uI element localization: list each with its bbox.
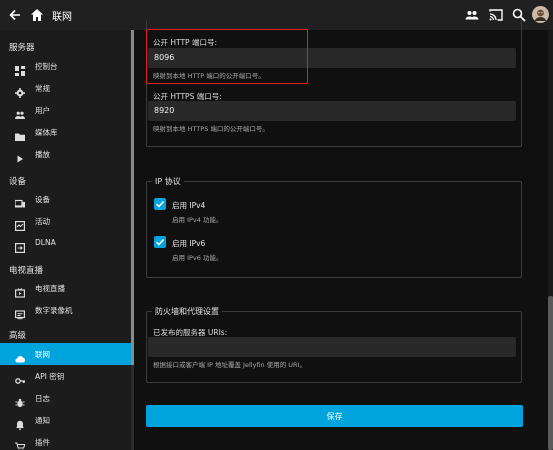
https-port-help: 映射到本地 HTTPS 端口的公开端口号。 bbox=[153, 125, 269, 133]
bell-icon bbox=[15, 415, 25, 431]
sidebar-item-devices[interactable]: 设备 bbox=[0, 188, 131, 210]
activity-icon bbox=[15, 216, 26, 232]
check-icon bbox=[155, 200, 165, 208]
sidebar-item-users[interactable]: 用户 bbox=[0, 99, 131, 121]
bug-icon bbox=[15, 393, 25, 408]
sidebar-item-label: 联网 bbox=[35, 350, 50, 359]
sidebar-item-notifications[interactable]: 通知 bbox=[0, 409, 131, 431]
sidebar-section-server: 服务器 bbox=[9, 43, 35, 53]
check-icon bbox=[155, 238, 165, 246]
sidebar-item-libraries[interactable]: 媒体库 bbox=[0, 121, 131, 143]
dlna-icon bbox=[15, 238, 26, 254]
home-icon[interactable] bbox=[29, 7, 45, 23]
sidebar: 服务器 控制台 常规 用户 媒体库 播放 设备 设备 活动 DLNA 电视直播 … bbox=[0, 30, 131, 450]
play-icon bbox=[15, 149, 25, 163]
sidebar-section-live-tv: 电视直播 bbox=[9, 266, 44, 276]
firewall-legend: 防火墙和代理设置 bbox=[152, 306, 222, 317]
sidebar-item-label: DLNA bbox=[35, 238, 56, 247]
sidebar-item-dashboard[interactable]: 控制台 bbox=[0, 55, 131, 77]
cart-icon bbox=[15, 437, 26, 450]
sidebar-section-advanced: 高级 bbox=[9, 331, 27, 341]
ipv4-help: 启用 IPv4 功能。 bbox=[172, 216, 223, 224]
sidebar-item-label: 常规 bbox=[35, 84, 50, 93]
highlight-box bbox=[146, 29, 308, 84]
sidebar-section-devices: 设备 bbox=[9, 177, 27, 187]
sidebar-item-logs[interactable]: 日志 bbox=[0, 387, 131, 409]
https-port-input[interactable]: 8920 bbox=[148, 101, 516, 121]
live-tv-icon bbox=[15, 283, 26, 298]
sidebar-item-label: 数字录像机 bbox=[35, 306, 73, 315]
ip-protocol-fieldset bbox=[146, 181, 522, 278]
sidebar-item-label: 设备 bbox=[35, 195, 50, 204]
sidebar-item-general[interactable]: 常规 bbox=[0, 77, 131, 99]
key-icon bbox=[15, 371, 26, 384]
sidebar-item-api-keys[interactable]: API 密钥 bbox=[0, 365, 131, 387]
sidebar-item-label: 媒体库 bbox=[35, 128, 58, 137]
published-uris-input[interactable] bbox=[148, 337, 516, 357]
sidebar-item-networking[interactable]: 联网 bbox=[0, 343, 131, 365]
ipv4-checkbox[interactable] bbox=[154, 198, 166, 210]
sidebar-item-activity[interactable]: 活动 bbox=[0, 210, 131, 232]
sidebar-item-playback[interactable]: 播放 bbox=[0, 143, 131, 165]
published-uris-help: 根据接口或客户端 IP 地址覆盖 Jellyfin 使用的 URI。 bbox=[153, 361, 306, 369]
sidebar-item-live-tv[interactable]: 电视直播 bbox=[0, 277, 131, 299]
sidebar-item-label: 插件 bbox=[35, 438, 50, 447]
back-arrow-icon[interactable] bbox=[7, 7, 23, 23]
sidebar-item-label: API 密钥 bbox=[35, 372, 65, 381]
sidebar-item-label: 日志 bbox=[35, 394, 50, 403]
https-port-value: 8920 bbox=[154, 106, 175, 115]
sidebar-item-label: 通知 bbox=[35, 416, 50, 425]
page-title: 联网 bbox=[52, 12, 72, 23]
save-button[interactable]: 保存 bbox=[146, 405, 523, 427]
main-scrollbar-thumb[interactable] bbox=[548, 296, 553, 450]
sidebar-item-dlna[interactable]: DLNA bbox=[0, 232, 131, 254]
people-icon bbox=[15, 105, 25, 119]
ipv6-help: 启用 IPv6 功能。 bbox=[172, 254, 223, 262]
sidebar-item-dvr[interactable]: 数字录像机 bbox=[0, 299, 131, 321]
sidebar-item-label: 活动 bbox=[35, 217, 50, 226]
devices-icon bbox=[14, 194, 25, 208]
dvr-icon bbox=[15, 305, 26, 320]
folder-icon bbox=[15, 127, 25, 141]
gear-icon bbox=[15, 83, 25, 98]
sidebar-item-label: 播放 bbox=[35, 150, 50, 159]
user-avatar[interactable] bbox=[532, 6, 549, 23]
cloud-icon bbox=[15, 349, 26, 363]
sidebar-item-label: 电视直播 bbox=[35, 284, 65, 293]
ipv6-label[interactable]: 启用 IPv6 bbox=[172, 238, 205, 249]
ipv4-label[interactable]: 启用 IPv4 bbox=[172, 200, 205, 211]
ipv6-checkbox[interactable] bbox=[154, 236, 166, 248]
dashboard-icon bbox=[15, 61, 25, 76]
sidebar-item-label: 控制台 bbox=[35, 62, 58, 71]
sidebar-item-label: 用户 bbox=[35, 106, 50, 115]
sidebar-item-plugins[interactable]: 插件 bbox=[0, 431, 131, 450]
ip-protocol-legend: IP 协议 bbox=[152, 176, 184, 187]
